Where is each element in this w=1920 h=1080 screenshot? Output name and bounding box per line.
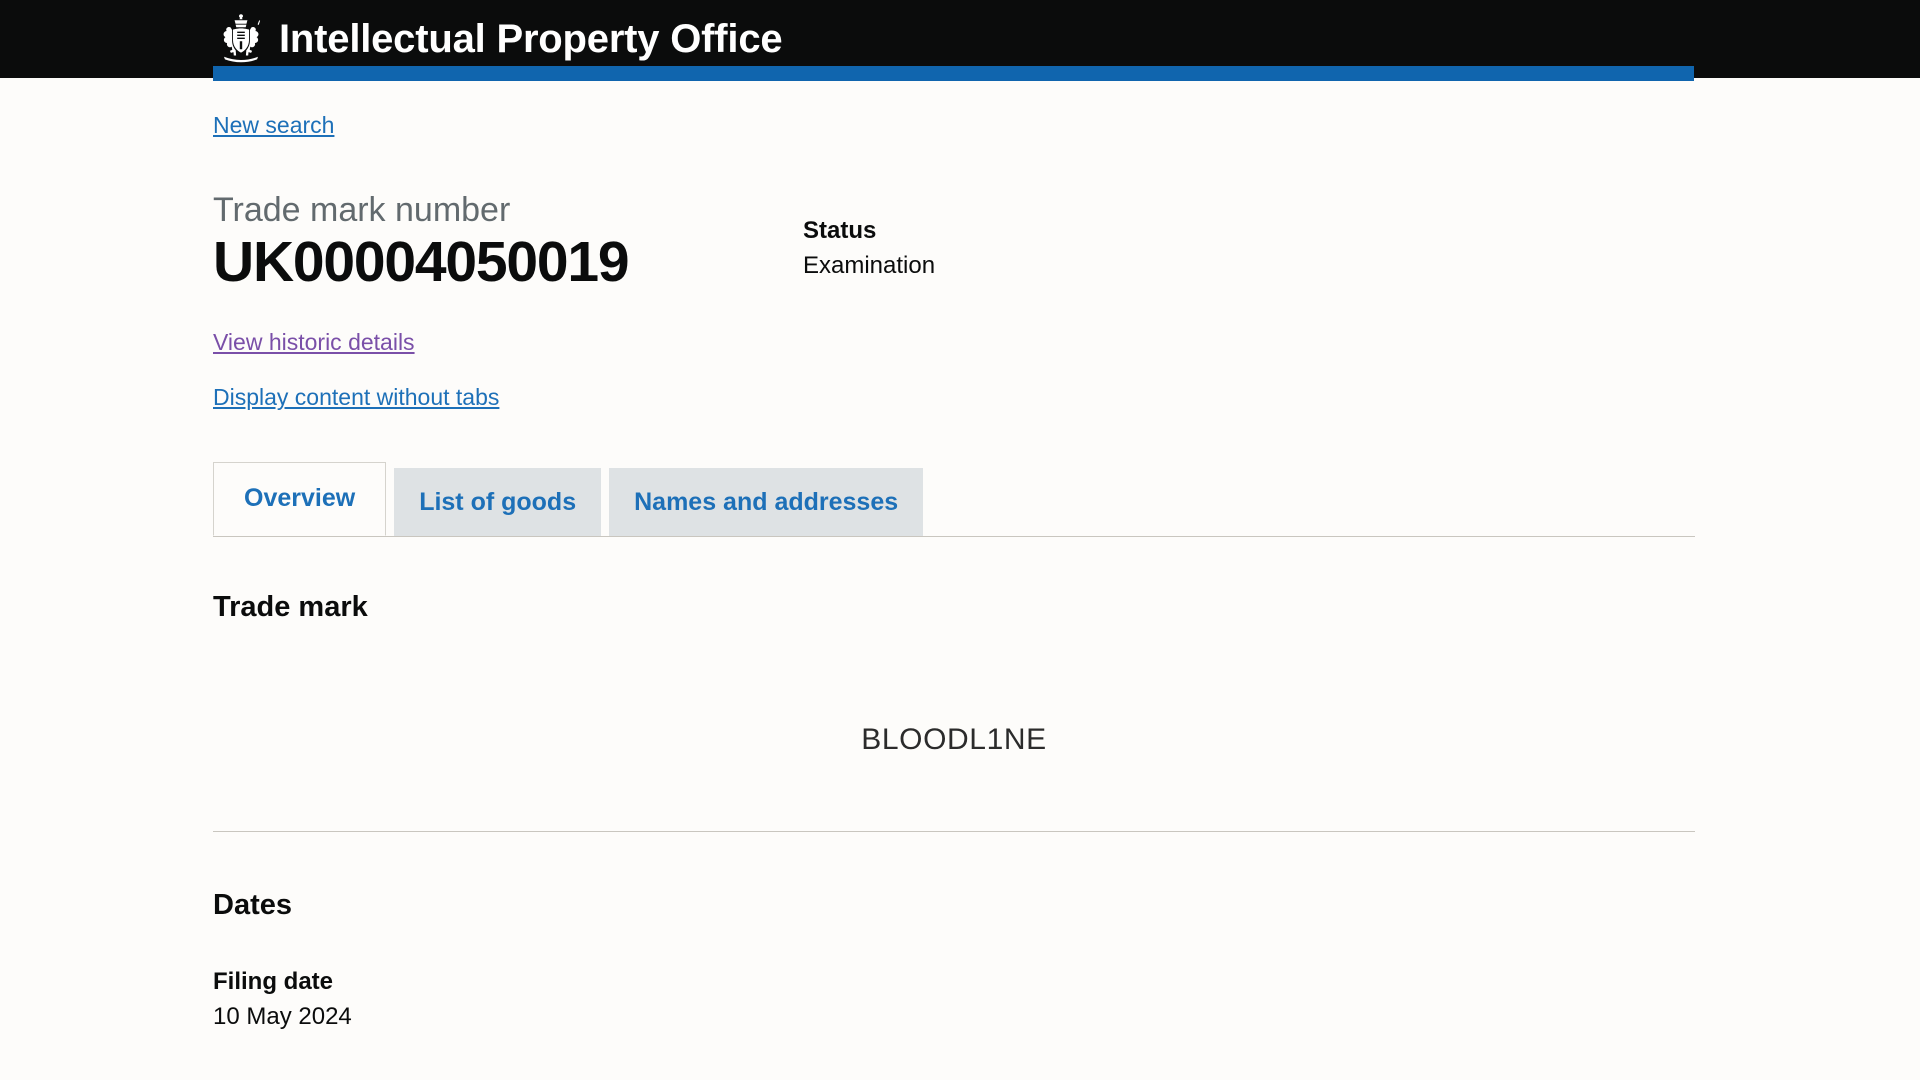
tab-bar: Overview List of goods Names and address… <box>213 447 1695 538</box>
trade-mark-number-label: Trade mark number <box>213 191 511 229</box>
tab-panel-overview: Trade mark BLOODL1NE Dates Filing date 1… <box>213 590 1695 1033</box>
tab-names-and-addresses[interactable]: Names and addresses <box>609 468 924 537</box>
tab-list-of-goods[interactable]: List of goods <box>394 468 602 537</box>
tab-bar-baseline <box>213 536 1695 538</box>
site-title: Intellectual Property Office <box>279 17 783 61</box>
new-search-row: New search <box>213 78 1695 138</box>
display-content-without-tabs-link[interactable]: Display content without tabs <box>213 384 499 410</box>
filing-date-label: Filing date <box>213 968 333 995</box>
status-badge: Examination <box>803 252 936 279</box>
trade-mark-section-heading: Trade mark <box>213 591 368 624</box>
new-search-link[interactable]: New search <box>213 112 334 138</box>
filing-date-field: Filing date 10 May 2024 <box>213 967 1695 1033</box>
status-label: Status <box>803 217 877 244</box>
display-without-tabs-row: Display content without tabs <box>213 386 1695 410</box>
dates-section-heading: Dates <box>213 889 292 922</box>
trade-mark-representation: BLOODL1NE <box>213 685 1695 795</box>
trade-mark-number-value: UK00004050019 <box>213 229 630 294</box>
tab-names-and-addresses-label: Names and addresses <box>634 488 899 517</box>
status-column: Status Examination <box>803 192 935 282</box>
tab-overview[interactable]: Overview <box>213 462 387 537</box>
main-content: New search Trade mark number UK000040500… <box>213 78 1695 1033</box>
trade-mark-summary: Trade mark number UK00004050019 Status E… <box>213 192 1695 293</box>
tab-list: Overview List of goods Names and address… <box>213 462 931 537</box>
tab-overview-label: Overview <box>244 484 356 513</box>
view-historic-details-link[interactable]: View historic details <box>213 329 415 355</box>
section-divider <box>213 831 1695 833</box>
trade-mark-wordmark: BLOODL1NE <box>861 723 1047 757</box>
royal-crest-icon <box>223 14 261 63</box>
tab-list-of-goods-label: List of goods <box>419 488 577 517</box>
trade-mark-number-column: Trade mark number UK00004050019 <box>213 192 803 293</box>
view-historic-details-row: View historic details <box>213 331 1695 355</box>
filing-date-value: 10 May 2024 <box>213 1003 352 1030</box>
